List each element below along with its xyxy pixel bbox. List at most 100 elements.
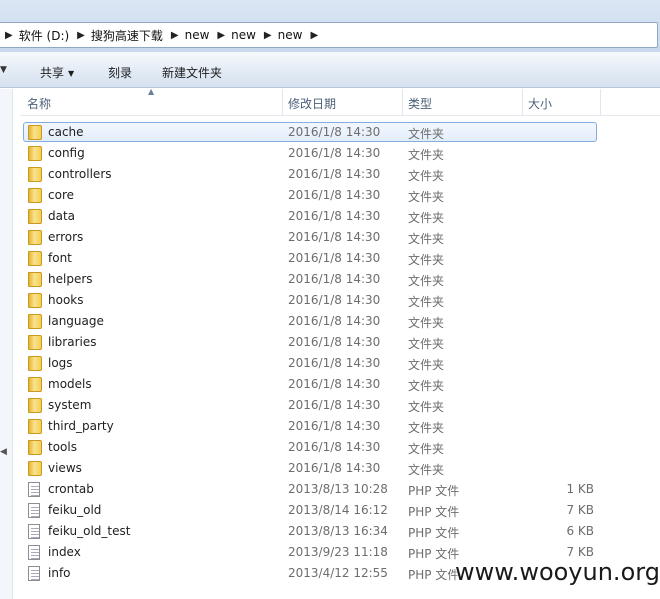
file-name: models <box>48 377 92 391</box>
folder-row[interactable]: cache 2016/1/8 14:30 文件夹 <box>20 122 660 143</box>
modified-date: 2016/1/8 14:30 <box>288 188 381 202</box>
file-type: 文件夹 <box>408 232 445 246</box>
modified-date: 2013/9/23 11:18 <box>288 545 388 559</box>
modified-date: 2016/1/8 14:30 <box>288 230 381 244</box>
chevron-right-icon[interactable]: ▶ <box>302 30 324 41</box>
folder-icon <box>28 251 42 266</box>
column-header-size[interactable]: 大小 <box>528 95 552 112</box>
address-bar[interactable]: ▶ 软件 (D:) ▶ 搜狗高速下载 ▶ new ▶ new ▶ new ▶ <box>0 22 658 48</box>
chevron-right-icon[interactable]: ▶ <box>209 30 231 41</box>
folder-icon <box>28 314 42 329</box>
file-name: info <box>48 566 71 580</box>
breadcrumb-drive[interactable]: 软件 (D:) <box>19 27 69 44</box>
folder-row[interactable]: hooks 2016/1/8 14:30 文件夹 <box>20 290 660 311</box>
file-type: 文件夹 <box>408 148 445 162</box>
modified-date: 2013/8/13 10:28 <box>288 482 388 496</box>
column-header-type[interactable]: 类型 <box>408 95 432 112</box>
column-divider[interactable] <box>402 89 403 115</box>
burn-button[interactable]: 刻录 <box>108 64 132 81</box>
file-name: helpers <box>48 272 93 286</box>
folder-row[interactable]: third_party 2016/1/8 14:30 文件夹 <box>20 416 660 437</box>
share-label: 共享 <box>40 66 65 80</box>
modified-date: 2016/1/8 14:30 <box>288 272 381 286</box>
php-file-icon <box>28 545 40 560</box>
file-type: 文件夹 <box>408 127 445 141</box>
file-name: core <box>48 188 74 202</box>
breadcrumb-folder[interactable]: new <box>278 28 303 42</box>
file-name: font <box>48 251 72 265</box>
folder-row[interactable]: core 2016/1/8 14:30 文件夹 <box>20 185 660 206</box>
folder-icon <box>28 377 42 392</box>
modified-date: 2016/1/8 14:30 <box>288 209 381 223</box>
modified-date: 2016/1/8 14:30 <box>288 356 381 370</box>
folder-row[interactable]: language 2016/1/8 14:30 文件夹 <box>20 311 660 332</box>
modified-date: 2013/8/13 16:34 <box>288 524 388 538</box>
column-divider[interactable] <box>282 89 283 115</box>
file-type: 文件夹 <box>408 400 445 414</box>
file-name: system <box>48 398 92 412</box>
file-size: 6 KB <box>566 524 594 538</box>
modified-date: 2016/1/8 14:30 <box>288 314 381 328</box>
file-row[interactable]: feiku_old_test 2013/8/13 16:34 PHP 文件 6 KB <box>20 521 660 542</box>
folder-row[interactable]: data 2016/1/8 14:30 文件夹 <box>20 206 660 227</box>
folder-icon <box>28 356 42 371</box>
folder-icon <box>28 146 42 161</box>
new-folder-button[interactable]: 新建文件夹 <box>162 64 222 81</box>
file-row[interactable]: crontab 2013/8/13 10:28 PHP 文件 1 KB <box>20 479 660 500</box>
php-file-icon <box>28 566 40 581</box>
file-name: libraries <box>48 335 97 349</box>
folder-row[interactable]: views 2016/1/8 14:30 文件夹 <box>20 458 660 479</box>
modified-date: 2016/1/8 14:30 <box>288 251 381 265</box>
folder-row[interactable]: tools 2016/1/8 14:30 文件夹 <box>20 437 660 458</box>
modified-date: 2016/1/8 14:30 <box>288 461 381 475</box>
file-name: config <box>48 146 85 160</box>
folder-row[interactable]: models 2016/1/8 14:30 文件夹 <box>20 374 660 395</box>
folder-row[interactable]: errors 2016/1/8 14:30 文件夹 <box>20 227 660 248</box>
modified-date: 2016/1/8 14:30 <box>288 146 381 160</box>
breadcrumb-folder[interactable]: new <box>185 28 210 42</box>
file-type: 文件夹 <box>408 253 445 267</box>
column-divider[interactable] <box>600 89 601 115</box>
navigation-pane-edge[interactable]: ◀ <box>0 89 13 599</box>
file-type: PHP 文件 <box>408 526 460 540</box>
modified-date: 2016/1/8 14:30 <box>288 440 381 454</box>
breadcrumb-folder[interactable]: new <box>231 28 256 42</box>
chevron-right-icon[interactable]: ▶ <box>0 30 19 41</box>
folder-icon <box>28 125 42 140</box>
breadcrumb-folder[interactable]: 搜狗高速下载 <box>91 27 163 44</box>
command-toolbar: ▼ 共享 ▼ 刻录 新建文件夹 <box>0 52 660 88</box>
file-type: 文件夹 <box>408 442 445 456</box>
chevron-right-icon[interactable]: ▶ <box>163 30 185 41</box>
folder-row[interactable]: system 2016/1/8 14:30 文件夹 <box>20 395 660 416</box>
folder-row[interactable]: font 2016/1/8 14:30 文件夹 <box>20 248 660 269</box>
modified-date: 2016/1/8 14:30 <box>288 293 381 307</box>
file-type: 文件夹 <box>408 337 445 351</box>
file-type: 文件夹 <box>408 211 445 225</box>
file-row[interactable]: feiku_old 2013/8/14 16:12 PHP 文件 7 KB <box>20 500 660 521</box>
folder-icon <box>28 209 42 224</box>
chevron-right-icon[interactable]: ▶ <box>256 30 278 41</box>
folder-row[interactable]: libraries 2016/1/8 14:30 文件夹 <box>20 332 660 353</box>
file-name: feiku_old_test <box>48 524 131 538</box>
folder-row[interactable]: logs 2016/1/8 14:30 文件夹 <box>20 353 660 374</box>
file-name: tools <box>48 440 77 454</box>
php-file-icon <box>28 482 40 497</box>
chevron-left-icon[interactable]: ◀ <box>0 447 7 457</box>
chevron-down-icon[interactable]: ▼ <box>0 65 7 75</box>
file-name: logs <box>48 356 73 370</box>
share-button[interactable]: 共享 ▼ <box>40 64 74 81</box>
folder-icon <box>28 461 42 476</box>
file-type: PHP 文件 <box>408 568 460 582</box>
folder-row[interactable]: controllers 2016/1/8 14:30 文件夹 <box>20 164 660 185</box>
folder-row[interactable]: helpers 2016/1/8 14:30 文件夹 <box>20 269 660 290</box>
chevron-right-icon[interactable]: ▶ <box>69 30 91 41</box>
file-type: 文件夹 <box>408 316 445 330</box>
column-divider[interactable] <box>522 89 523 115</box>
file-type: 文件夹 <box>408 295 445 309</box>
folder-row[interactable]: config 2016/1/8 14:30 文件夹 <box>20 143 660 164</box>
column-header-name[interactable]: 名称 <box>27 95 51 112</box>
modified-date: 2013/4/12 12:55 <box>288 566 388 580</box>
column-header-modified[interactable]: 修改日期 <box>288 95 336 112</box>
file-type: 文件夹 <box>408 190 445 204</box>
sort-ascending-icon: ▲ <box>148 87 155 96</box>
